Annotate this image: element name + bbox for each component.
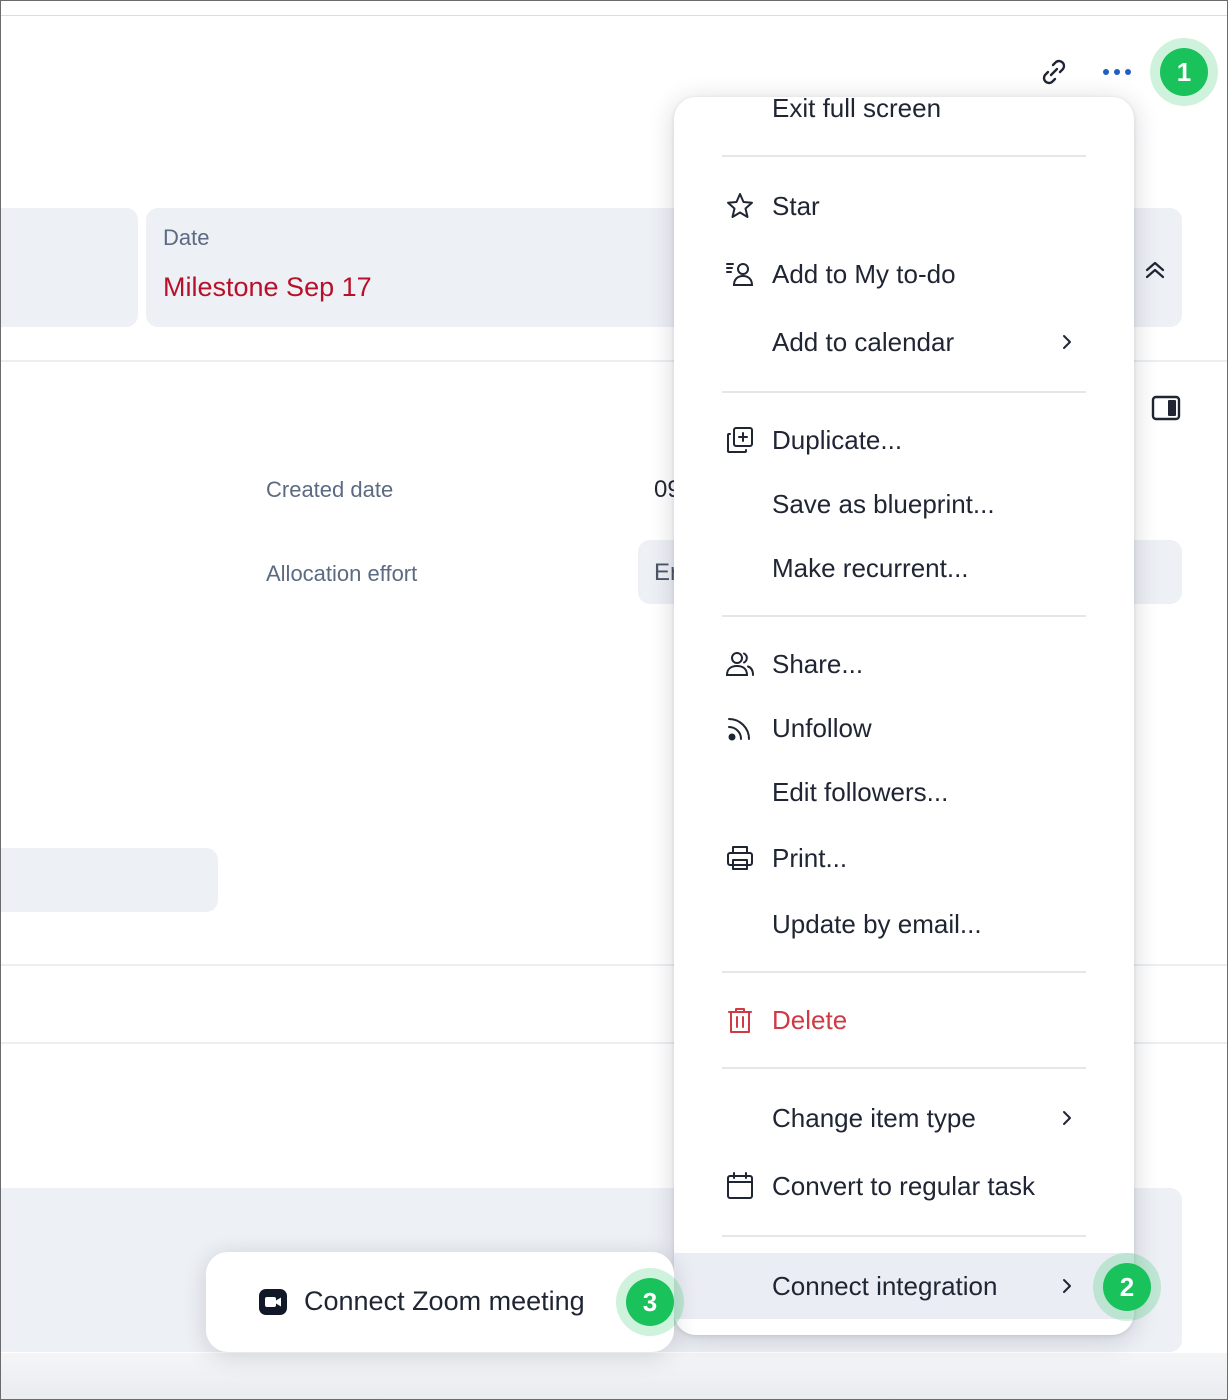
menu-item-share[interactable]: Share... (772, 649, 863, 680)
chevrons-up-icon[interactable] (1141, 257, 1169, 283)
app-window: 1 Date Milestone Sep 17 Created date 09 … (0, 0, 1228, 1400)
side-panel-icon[interactable] (1151, 395, 1181, 421)
menu-separator (722, 1067, 1086, 1069)
top-divider (1, 15, 1227, 16)
integration-submenu: Connect Zoom meeting (206, 1252, 674, 1352)
step-badge-3-number: 3 (626, 1278, 674, 1326)
step-badge-1-number: 1 (1160, 48, 1208, 96)
menu-separator (722, 1235, 1086, 1237)
link-icon[interactable] (1037, 55, 1071, 89)
date-label: Date (163, 225, 210, 250)
menu-item-unfollow[interactable]: Unfollow (772, 713, 872, 744)
more-horizontal-icon[interactable] (1099, 59, 1135, 85)
menu-item-save-as-blueprint[interactable]: Save as blueprint... (772, 489, 995, 520)
step-badge-2: 2 (1093, 1253, 1161, 1321)
created-date-label: Created date (266, 477, 394, 502)
more-actions-menu: Exit full screen Star Add to My to-do Ad… (674, 97, 1134, 1335)
menu-item-update-by-email[interactable]: Update by email... (772, 909, 982, 940)
menu-item-make-recurrent[interactable]: Make recurrent... (772, 553, 969, 584)
rss-feed-icon (724, 712, 756, 744)
menu-item-convert-to-regular-task[interactable]: Convert to regular task (772, 1171, 1035, 1202)
input-field-left[interactable] (1, 848, 218, 912)
bottom-edge (1, 1353, 1227, 1399)
menu-item-connect-zoom-meeting[interactable]: Connect Zoom meeting (304, 1286, 585, 1317)
allocation-effort-label: Allocation effort (266, 561, 418, 586)
menu-item-delete[interactable]: Delete (772, 1005, 847, 1036)
menu-item-connect-integration[interactable]: Connect integration (772, 1271, 997, 1302)
menu-item-star[interactable]: Star (772, 191, 820, 222)
step-badge-2-number: 2 (1103, 1263, 1151, 1311)
menu-item-change-item-type[interactable]: Change item type (772, 1103, 976, 1134)
date-value[interactable]: Milestone Sep 17 (163, 272, 372, 303)
menu-item-edit-followers[interactable]: Edit followers... (772, 777, 948, 808)
zoom-video-icon (258, 1288, 288, 1316)
chevron-right-icon (1058, 1273, 1078, 1299)
menu-item-duplicate[interactable]: Duplicate... (772, 425, 902, 456)
menu-item-add-to-calendar[interactable]: Add to calendar (772, 327, 954, 358)
step-badge-1: 1 (1150, 38, 1218, 106)
menu-separator (722, 391, 1086, 393)
field-card-left[interactable] (1, 208, 138, 327)
menu-item-add-to-my-todo[interactable]: Add to My to-do (772, 259, 956, 290)
star-icon (724, 190, 756, 222)
trash-icon (724, 1004, 756, 1036)
step-badge-3: 3 (616, 1268, 684, 1336)
calendar-icon (724, 1170, 756, 1202)
chevron-right-icon (1058, 329, 1078, 355)
menu-separator (722, 971, 1086, 973)
menu-separator (722, 155, 1086, 157)
menu-item-exit-full-screen[interactable]: Exit full screen (772, 97, 941, 124)
menu-separator (722, 615, 1086, 617)
share-people-icon (724, 648, 756, 680)
duplicate-icon (724, 424, 756, 456)
todo-person-icon (724, 258, 756, 290)
printer-icon (724, 842, 756, 874)
chevron-right-icon (1058, 1105, 1078, 1131)
menu-item-print[interactable]: Print... (772, 843, 847, 874)
